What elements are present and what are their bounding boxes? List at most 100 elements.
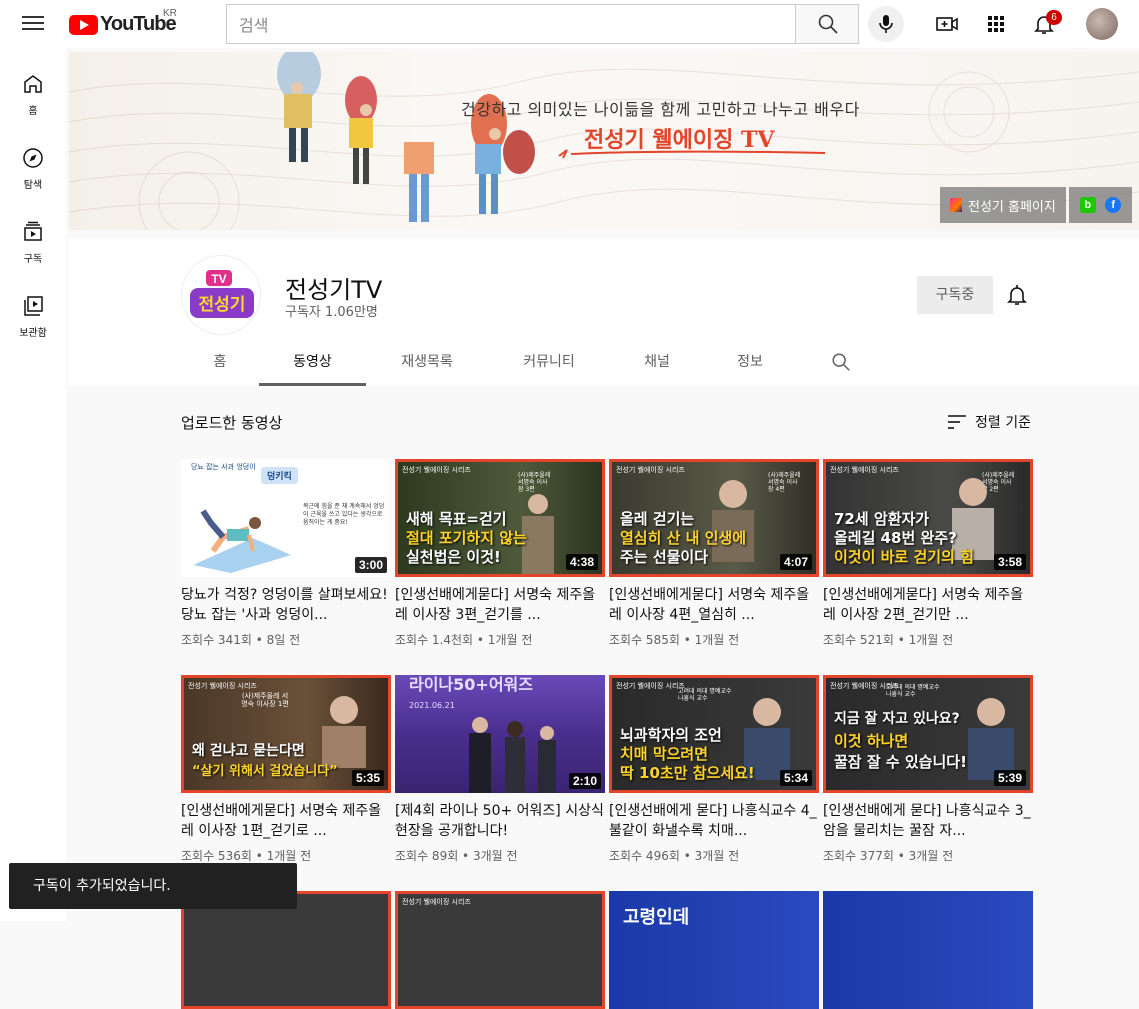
video-duration: 5:34	[779, 770, 812, 786]
video-card[interactable]: 전성기 웰에이징 시리즈 고려대 의대 명예교수 나흥식 교수 지금 잘 자고 …	[823, 675, 1033, 864]
tab-videos[interactable]: 동영상	[259, 339, 366, 386]
video-thumbnail[interactable]: 전성기 웰에이징 시리즈 (사)제주올레 서명숙 이사장 4편 올레 걷기는 열…	[609, 459, 819, 577]
user-avatar[interactable]	[1086, 8, 1118, 40]
sidebar-item-label: 탐색	[23, 180, 43, 191]
video-thumbnail[interactable]: 전성기 웰에이징 시리즈 (사)제주올레 서명숙 이사장 2편 72세 암환자가…	[823, 459, 1033, 577]
compass-icon	[23, 148, 43, 168]
tab-search[interactable]	[796, 339, 886, 386]
tab-home[interactable]: 홈	[181, 339, 259, 386]
video-title[interactable]: [인생선배에게 묻다] 나흥식교수 3_ 암을 물리치는 꿀잠 자...	[823, 801, 1033, 841]
video-card[interactable]: 전성기 웰에이징 시리즈 (사)제주올레 서명숙 이사장 2편 72세 암환자가…	[823, 459, 1033, 648]
video-title[interactable]: [인생선배에게묻다] 서명숙 제주올레 이사장 1편_걷기로 ...	[181, 801, 391, 841]
voice-search-button[interactable]	[868, 6, 904, 42]
sidebar-item-home[interactable]: 홈	[0, 72, 66, 146]
thumbnail-badge: 고려대 의대 명예교수 나흥식 교수	[678, 688, 732, 702]
thumbnail-brand: 전성기 웰에이징 시리즈	[402, 898, 471, 906]
video-card[interactable]: 당뇨 잡는 사과 엉덩이 덩키킥 복근에 힘을 준 채 계속해서 엉덩이 근육을…	[181, 459, 391, 648]
video-duration: 5:39	[993, 770, 1026, 786]
video-thumbnail[interactable]: 전성기 웰에이징 시리즈	[395, 891, 605, 1009]
video-title[interactable]: [인생선배에게묻다] 서명숙 제주올레 이사장 4편_열심히 ...	[609, 585, 819, 625]
channel-logo-tv: TV	[211, 272, 226, 286]
video-thumbnail[interactable]: 전성기 웰에이징 시리즈 고려대 의대 명예교수 나흥식 교수 지금 잘 자고 …	[823, 675, 1033, 793]
video-card[interactable]: 전성기 웰에이징 시리즈 (사)제주올레 서명숙 이사장 1편 왜 걷냐고 묻는…	[181, 675, 391, 864]
video-title[interactable]: [인생선배에게묻다] 서명숙 제주올레 이사장 2편_걷기만 ...	[823, 585, 1033, 625]
tab-channels[interactable]: 채널	[610, 339, 704, 386]
youtube-logo[interactable]: YouTube	[69, 13, 177, 36]
blog-link-icon[interactable]: b	[1079, 197, 1096, 213]
thumbnail-description: 복근에 힘을 준 채 계속해서 엉덩이 근육을 쓰고 있다는 생각으로 움직이는…	[303, 503, 385, 526]
video-card[interactable]: 전성기 웰에이징 시리즈 (사)제주올레 서명숙 이사장 4편 올레 걷기는 열…	[609, 459, 819, 648]
apps-grid-icon[interactable]	[984, 12, 1008, 36]
thumbnail-headline-2: 올레길 48번 완주?	[834, 529, 957, 547]
video-title[interactable]: [인생선배에게 묻다] 나흥식교수 4_ 불같이 화낼수록 치매...	[609, 801, 819, 841]
video-duration: 4:07	[779, 554, 812, 570]
video-card[interactable]: 전성기 웰에이징 시리즈 (사)제주올레 서명숙 이사장 3편 새해 목표=걷기…	[395, 459, 605, 648]
thumbnail-headline-3: 딱 10초만 참으세요!	[620, 764, 755, 782]
video-duration: 4:38	[565, 554, 598, 570]
thumbnail-badge: 고려대 의대 명예교수 나흥식 교수	[886, 684, 940, 698]
sidebar-item-subscriptions[interactable]: 구독	[0, 220, 66, 294]
homepage-link-label: 전성기 홈페이지	[968, 199, 1056, 215]
thumbnail-badge: (사)제주올레 서명숙 이사장 4편	[768, 472, 801, 493]
video-thumbnail[interactable]: 전성기 웰에이징 시리즈 (사)제주올레 서명숙 이사장 3편 새해 목표=걷기…	[395, 459, 605, 577]
tab-community[interactable]: 커뮤니티	[488, 339, 610, 386]
sort-icon	[948, 415, 966, 429]
thumbnail-tag: 덩키킥	[261, 467, 298, 484]
tab-about[interactable]: 정보	[704, 339, 796, 386]
channel-header: TV 전성기 전성기TV 구독자 1.06만명 구독중 홈 동영상 재생목록 커…	[69, 238, 1139, 386]
create-video-icon[interactable]	[935, 12, 959, 36]
video-card[interactable]: 전성기 웰에이징 시리즈	[395, 891, 605, 1009]
thumbnail-headline-3: 실천법은 이것!	[406, 548, 501, 566]
subscribed-button[interactable]: 구독중	[917, 276, 993, 314]
video-thumbnail[interactable]: 전성기 웰에이징 시리즈 고려대 의대 명예교수 나흥식 교수 뇌과학자의 조언…	[609, 675, 819, 793]
video-metadata: 조회수 341회 • 8일 전	[181, 633, 301, 647]
video-card[interactable]: 전성기 웰에이징 시리즈 고려대 의대 명예교수 나흥식 교수 뇌과학자의 조언…	[609, 675, 819, 864]
video-thumbnail[interactable]	[823, 891, 1033, 1009]
hamburger-menu-icon[interactable]	[20, 12, 46, 36]
exercise-illustration	[193, 509, 291, 573]
notification-bell-icon[interactable]	[1005, 283, 1029, 307]
channel-search-icon	[832, 353, 850, 371]
video-thumbnail[interactable]: 라이나50+어워즈 2021.06.21 2:10	[395, 675, 605, 793]
search-button[interactable]	[795, 4, 859, 44]
top-bar: YouTube KR 검색 6	[0, 0, 1139, 48]
thumbnail-headline-1: 고령인데	[623, 907, 690, 928]
video-thumbnail[interactable]: 당뇨 잡는 사과 엉덩이 덩키킥 복근에 힘을 준 채 계속해서 엉덩이 근육을…	[181, 459, 391, 577]
video-thumbnail[interactable]: 고령인데	[609, 891, 819, 1009]
facebook-link-icon[interactable]: f	[1105, 197, 1122, 213]
thumbnail-headline-3: 이것이 바로 걷기의 힘	[834, 548, 974, 566]
video-duration: 2:10	[568, 773, 601, 789]
youtube-play-icon	[69, 14, 98, 35]
thumbnail-headline-3: 주는 선물이다	[620, 548, 709, 566]
sidebar-item-library[interactable]: 보관함	[0, 294, 66, 368]
channel-avatar[interactable]: TV 전성기	[181, 255, 261, 335]
thumbnail-caption: 당뇨 잡는 사과 엉덩이	[191, 463, 256, 471]
video-card[interactable]: 고령인데	[609, 891, 819, 1009]
video-card[interactable]	[823, 891, 1033, 1009]
video-title[interactable]: [인생선배에게묻다] 서명숙 제주올레 이사장 3편_걷기를 ...	[395, 585, 605, 625]
sidebar-item-label: 보관함	[19, 328, 47, 339]
social-links: b f	[1069, 187, 1132, 223]
thumbnail-headline-2: 열심히 산 내 인생에	[620, 529, 747, 547]
tab-playlists[interactable]: 재생목록	[366, 339, 488, 386]
home-icon	[24, 75, 42, 93]
search-input[interactable]: 검색	[226, 4, 796, 44]
video-thumbnail[interactable]: 전성기 웰에이징 시리즈 (사)제주올레 서명숙 이사장 1편 왜 걷냐고 묻는…	[181, 675, 391, 793]
video-metadata: 조회수 377회 • 3개월 전	[823, 849, 954, 863]
video-card[interactable]: 라이나50+어워즈 2021.06.21 2:10 [제4회 라이나 50+ 어…	[395, 675, 605, 864]
video-title[interactable]: [제4회 라이나 50+ 어워즈] 시상식 현장을 공개합니다!	[395, 801, 605, 841]
homepage-link[interactable]: 전성기 홈페이지	[940, 187, 1066, 223]
microphone-icon	[879, 15, 893, 33]
thumbnail-headline-3: 꿀잠 잘 수 있습니다!	[834, 753, 967, 771]
mini-guide-sidebar: 홈 탐색 구독 보관함	[0, 48, 66, 921]
sort-button[interactable]: 정렬 기준	[945, 410, 1031, 434]
person-photo	[322, 696, 366, 768]
thumbnail-headline-1: 새해 목표=걷기	[406, 510, 507, 528]
thumbnail-brand: 전성기 웰에이징 시리즈	[188, 682, 257, 690]
sidebar-item-explore[interactable]: 탐색	[0, 146, 66, 220]
homepage-link-icon	[950, 198, 962, 212]
library-icon	[24, 296, 43, 316]
channel-logo-name: 전성기	[199, 295, 246, 315]
thumbnail-headline-1: 뇌과학자의 조언	[620, 726, 722, 744]
video-title[interactable]: 당뇨가 걱정? 엉덩이를 살펴보세요! 당뇨 잡는 '사과 엉덩이...	[181, 585, 391, 625]
